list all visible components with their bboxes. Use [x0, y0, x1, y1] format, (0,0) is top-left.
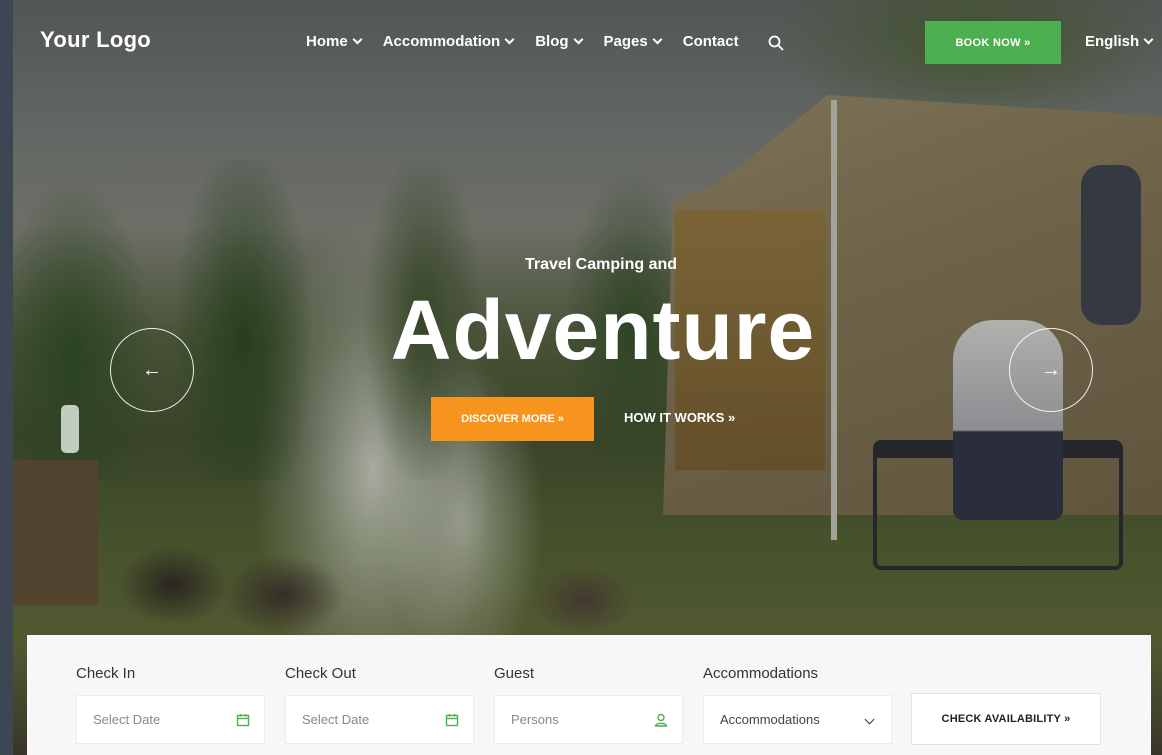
main-nav: Home Accommodation Blog Pages Contact: [306, 33, 761, 50]
check-out-placeholder: Select Date: [302, 712, 370, 727]
check-in-label: Check In: [76, 665, 136, 682]
book-now-button[interactable]: BOOK NOW »: [925, 21, 1061, 64]
slider-next-button[interactable]: →: [1009, 328, 1093, 412]
arrow-right-icon: →: [1041, 358, 1061, 381]
nav-item-label: Pages: [603, 33, 648, 50]
language-selector[interactable]: English: [1085, 33, 1154, 50]
accommodations-selected: Accommodations: [720, 712, 820, 727]
nav-item-label: Home: [306, 33, 348, 50]
check-in-placeholder: Select Date: [93, 712, 161, 727]
nav-item-home[interactable]: Home: [306, 33, 363, 50]
guest-placeholder: Persons: [511, 712, 559, 727]
accommodations-label: Accommodations: [703, 665, 819, 682]
calendar-icon: [236, 714, 250, 727]
chevron-down-icon: [352, 34, 363, 45]
site-logo[interactable]: Your Logo: [40, 27, 151, 53]
arrow-left-icon: ←: [142, 358, 162, 381]
slider-prev-button[interactable]: ←: [110, 328, 194, 412]
chevron-down-icon: [504, 34, 515, 45]
check-in-field[interactable]: Select Date: [76, 695, 265, 744]
guest-label: Guest: [494, 665, 535, 682]
language-label: English: [1085, 33, 1140, 50]
guest-field[interactable]: Persons: [494, 695, 683, 744]
accommodations-select[interactable]: Accommodations: [703, 695, 892, 744]
nav-item-contact[interactable]: Contact: [683, 33, 739, 50]
check-out-field[interactable]: Select Date: [285, 695, 474, 744]
hero-subtitle: Travel Camping and: [524, 256, 678, 273]
how-it-works-link[interactable]: HOW IT WORKS »: [624, 410, 735, 425]
check-availability-button[interactable]: CHECK AVAILABILITY »: [911, 693, 1101, 745]
chevron-down-icon: [573, 34, 583, 45]
search-icon[interactable]: [768, 35, 784, 51]
chevron-down-icon: [1143, 34, 1154, 45]
discover-more-button[interactable]: DISCOVER MORE »: [431, 397, 594, 441]
nav-item-accommodation[interactable]: Accommodation: [382, 33, 515, 50]
user-icon: [654, 713, 668, 727]
nav-item-label: Blog: [535, 33, 569, 50]
nav-item-blog[interactable]: Blog: [535, 33, 583, 50]
left-edge-strip: [0, 0, 13, 755]
check-out-label: Check Out: [285, 665, 356, 682]
nav-item-pages[interactable]: Pages: [603, 33, 663, 50]
chevron-down-icon: [652, 34, 663, 45]
chevron-down-icon: [864, 714, 875, 725]
booking-panel: Check In Select Date Check Out Select Da…: [27, 635, 1151, 755]
calendar-icon: [445, 714, 459, 727]
nav-item-label: Accommodation: [382, 33, 501, 50]
nav-item-label: Contact: [682, 33, 739, 50]
